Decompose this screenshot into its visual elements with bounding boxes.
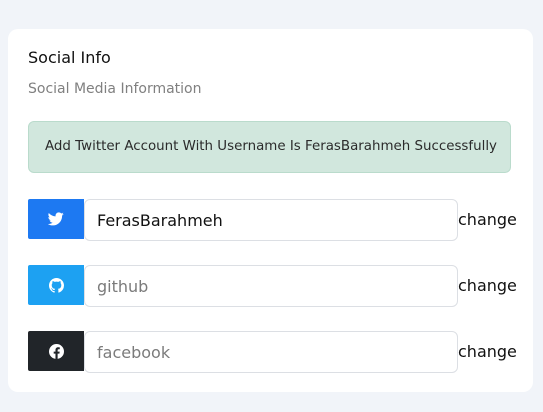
facebook-change-button[interactable]: change: [458, 331, 517, 373]
success-alert: Add Twitter Account With Username Is Fer…: [28, 121, 511, 173]
facebook-username-input[interactable]: [84, 331, 458, 373]
facebook-icon: [28, 331, 84, 371]
twitter-username-input[interactable]: [84, 199, 458, 241]
social-info-card: Social Info Social Media Information Add…: [8, 29, 533, 392]
github-username-input[interactable]: [84, 265, 458, 307]
facebook-row: change: [28, 331, 517, 373]
twitter-icon: [28, 199, 84, 239]
twitter-change-button[interactable]: change: [458, 199, 517, 241]
twitter-row: change: [28, 199, 517, 241]
github-change-button[interactable]: change: [458, 265, 517, 307]
card-title: Social Info: [28, 48, 111, 67]
card-subtitle: Social Media Information: [28, 81, 202, 97]
github-row: change: [28, 265, 517, 307]
github-icon: [28, 265, 84, 305]
